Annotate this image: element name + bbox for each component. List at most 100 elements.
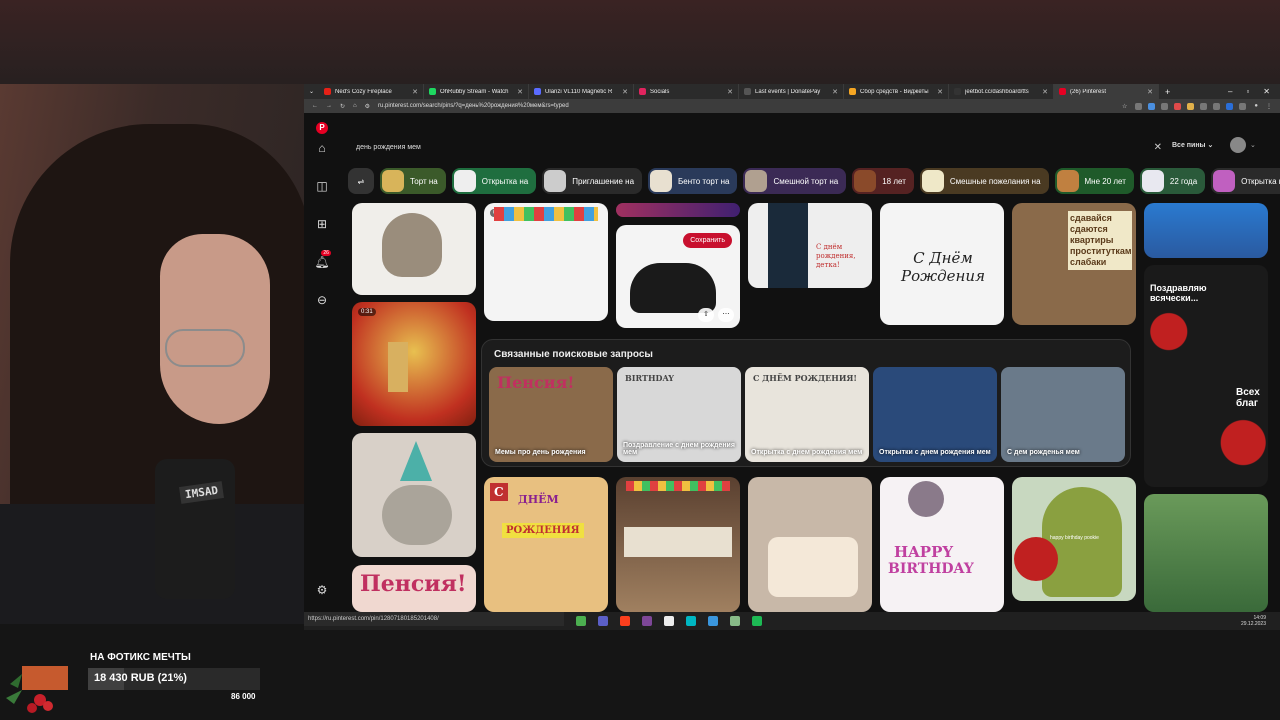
tab-close-icon[interactable]: ✕ — [832, 88, 838, 96]
pin-card[interactable]: Поздравляю всячески... Всех благ — [1144, 265, 1268, 487]
search-chip[interactable]: Смешной торт на — [743, 168, 847, 194]
avatar[interactable] — [1230, 137, 1246, 153]
clear-search-icon[interactable]: ✕ — [1154, 142, 1162, 153]
notepad-icon[interactable] — [664, 616, 674, 626]
star-icon[interactable]: ☆ — [1122, 103, 1127, 110]
system-clock[interactable]: 14:09 29.12.2023 — [1241, 615, 1266, 627]
new-tab-button[interactable]: + — [1159, 87, 1176, 97]
search-chip[interactable]: Открытка на — [451, 168, 537, 194]
save-pin-button[interactable]: Сохранить — [683, 233, 732, 248]
search-chip[interactable]: Открытка по — [1211, 168, 1280, 194]
reload-icon[interactable]: ↻ — [340, 103, 345, 110]
tab-close-icon[interactable]: ✕ — [1042, 88, 1048, 96]
bars-app-icon[interactable] — [708, 616, 718, 626]
tab-close-icon[interactable]: ✕ — [412, 88, 418, 96]
browser-tab[interactable]: Socials ✕ — [634, 84, 740, 99]
spotify-icon[interactable] — [752, 616, 762, 626]
browser-tab[interactable]: Ned's Cozy Fireplace ✕ — [319, 84, 425, 99]
more-options-icon[interactable]: ⋯ — [718, 308, 734, 322]
forward-icon[interactable]: → — [326, 103, 332, 109]
extension-icon[interactable] — [1239, 102, 1247, 110]
browser-tab[interactable]: (26) Pinterest ✕ — [1054, 84, 1160, 99]
notifications-nav-icon[interactable]: 🔔︎ 26 — [314, 250, 331, 269]
extension-icon[interactable] — [1200, 102, 1208, 110]
pin-card[interactable]: 0:31 — [352, 302, 476, 426]
pin-card[interactable] — [748, 477, 872, 612]
tab-close-icon[interactable]: ✕ — [727, 88, 733, 96]
browser-tab[interactable]: Сбор средств - Виджеты ✕ — [844, 84, 950, 99]
related-search-card[interactable]: BIRTHDAY Поздравление с днем рождения мем — [617, 367, 741, 462]
url-field[interactable]: ru.pinterest.com/search/pins/?q=день%20р… — [378, 103, 1114, 109]
pin-card[interactable] — [352, 433, 476, 557]
site-info-icon[interactable]: ⚙ — [365, 103, 370, 110]
related-search-card[interactable]: Пенсия! Мемы про день рождения — [489, 367, 613, 462]
teams-icon[interactable] — [598, 616, 608, 626]
extension-icon[interactable] — [1161, 102, 1169, 110]
pin-card[interactable] — [616, 203, 740, 217]
pin-card[interactable] — [1144, 494, 1268, 612]
browser-tab[interactable]: jeetbot.cc/dashboard/tts ✕ — [949, 84, 1055, 99]
pin-card[interactable] — [616, 477, 740, 612]
browser-tab[interactable]: OhRubby Stream - Watch ✕ — [424, 84, 530, 99]
filter-button[interactable]: ⇌ — [348, 168, 374, 194]
extension-icon[interactable] — [1213, 102, 1221, 110]
pin-card[interactable]: С днём рождения, детка! — [748, 203, 872, 288]
home-icon[interactable]: ⌂ — [353, 103, 357, 109]
yandex-icon[interactable] — [620, 616, 630, 626]
search-chip[interactable]: Бенто торт на — [648, 168, 738, 194]
close-window-icon[interactable]: ✕ — [1263, 87, 1270, 96]
back-icon[interactable]: ← — [312, 103, 318, 109]
minimize-icon[interactable]: – — [1228, 87, 1232, 96]
browser-tab[interactable]: Ulanzi VL110 Magnetic R ✕ — [529, 84, 635, 99]
tab-close-icon[interactable]: ✕ — [622, 88, 628, 96]
tab-close-icon[interactable]: ✕ — [517, 88, 523, 96]
explore-nav-icon[interactable]: ◫ — [316, 179, 327, 193]
extension-icon[interactable] — [1148, 102, 1156, 110]
pin-card[interactable]: happy birthday pookie — [1012, 477, 1136, 601]
tab-close-icon[interactable]: ✕ — [937, 88, 943, 96]
pin-card[interactable]: Сохранить ⇧ ⋯ — [616, 225, 740, 328]
home-nav-icon[interactable]: ⌂ — [318, 141, 325, 155]
search-input[interactable] — [348, 138, 1154, 156]
related-search-card[interactable]: С дем рожденья мем — [1001, 367, 1125, 462]
tab-close-icon[interactable]: ✕ — [1147, 88, 1153, 96]
tor-icon[interactable] — [642, 616, 652, 626]
search-chip[interactable]: 22 года — [1139, 168, 1206, 194]
maximize-icon[interactable]: ▫ — [1246, 87, 1249, 96]
extension-icon[interactable] — [1226, 102, 1234, 110]
profile-icon[interactable]: ● — [1254, 103, 1258, 109]
messages-nav-icon[interactable]: ⊖ — [317, 293, 327, 307]
search-chip[interactable]: Смешные пожелания на — [919, 168, 1049, 194]
related-search-card[interactable]: Открытки с днем рождения мем — [873, 367, 997, 462]
search-chip[interactable]: Приглашение на — [542, 168, 643, 194]
share-icon[interactable]: ⇧ — [698, 308, 714, 322]
account-chevron-icon[interactable]: ⌄ — [1250, 141, 1256, 149]
extension-icon[interactable] — [1135, 102, 1143, 110]
browser-tab[interactable]: Last events | DonatePay ✕ — [739, 84, 845, 99]
all-pins-filter[interactable]: Все пины ⌄ — [1172, 141, 1213, 149]
menu-icon[interactable]: ⋮ — [1266, 103, 1272, 110]
search-chip[interactable]: Торт на — [380, 168, 446, 194]
pinterest-logo-icon[interactable]: P — [316, 122, 328, 134]
chip-thumbnail — [1056, 170, 1079, 192]
cortana-icon[interactable] — [686, 616, 696, 626]
pin-card[interactable] — [1144, 203, 1268, 258]
extension-icon[interactable] — [1187, 102, 1195, 110]
pin-card[interactable]: 0:20 — [484, 203, 608, 321]
vpn-icon[interactable] — [730, 616, 740, 626]
search-chip[interactable]: 18 лет — [852, 168, 914, 194]
related-search-card[interactable]: С ДНЁМ РОЖДЕНИЯ! Открытка с днем рождения… — [745, 367, 869, 462]
tab-label: Сбор средств - Виджеты — [860, 88, 929, 95]
pin-card[interactable]: Пенсия! — [352, 565, 476, 612]
create-nav-icon[interactable]: ⊞ — [317, 217, 327, 231]
pin-card[interactable]: С ДНЁМ РОЖДЕНИЯ — [484, 477, 608, 612]
settings-icon[interactable]: ⚙ — [317, 583, 328, 597]
pin-card[interactable]: сдавайся сдаются квартиры проституткам с… — [1012, 203, 1136, 325]
search-chip[interactable]: Мне 20 лет — [1054, 168, 1134, 194]
extension-icon[interactable] — [1174, 102, 1182, 110]
pin-card[interactable]: С Днём Рождения — [880, 203, 1004, 325]
pin-card[interactable] — [352, 203, 476, 295]
tab-search-icon[interactable]: ⌄ — [304, 88, 319, 95]
pin-card[interactable]: HAPPY BIRTHDAY — [880, 477, 1004, 612]
green-app-icon[interactable] — [576, 616, 586, 626]
